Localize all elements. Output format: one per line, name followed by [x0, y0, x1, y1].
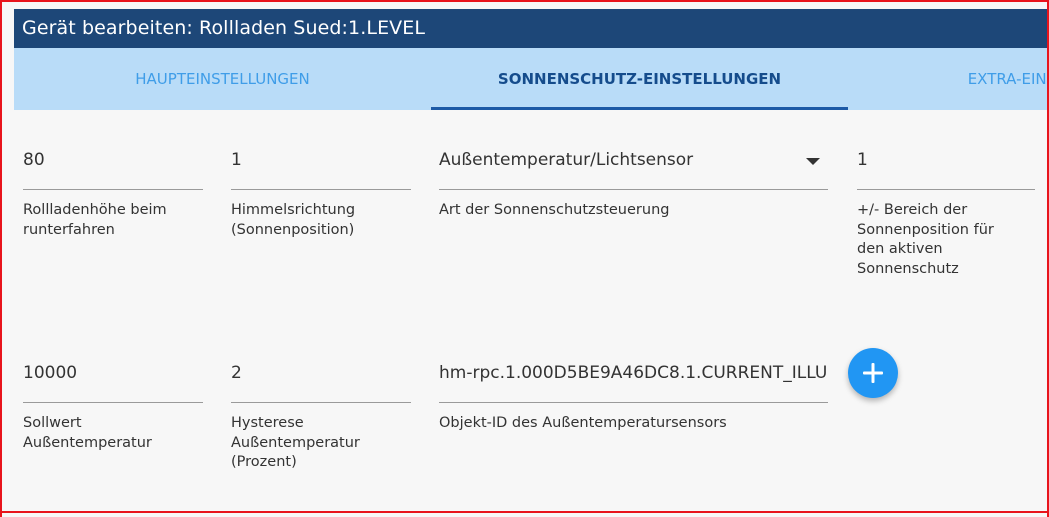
sonnenschutzsteuerung-label: Art der Sonnenschutzsteuerung	[439, 202, 670, 218]
rollladenhoehe-input[interactable]: 80	[23, 150, 203, 170]
rollladenhoehe-underline	[23, 189, 203, 190]
add-object-button[interactable]	[848, 348, 898, 398]
hysterese-underline	[231, 402, 411, 403]
objekt-id-input[interactable]: hm-rpc.1.000D5BE9A46DC8.1.CURRENT_ILLUMI…	[439, 363, 828, 383]
objekt-id-underline	[439, 402, 828, 403]
tab-bar: HAUPTEINSTELLUNGEN SONNENSCHUTZ-EINSTELL…	[14, 48, 1047, 110]
tab-haupteinstellungen[interactable]: HAUPTEINSTELLUNGEN	[14, 48, 431, 110]
active-tab-indicator	[431, 107, 848, 110]
hysterese-input[interactable]: 2	[231, 363, 411, 383]
bottom-border	[0, 511, 1049, 513]
sonnenschutzsteuerung-value[interactable]: Außentemperatur/Lichtsensor	[439, 150, 799, 170]
sonnenposition-bereich-label: +/- Bereich der Sonnenposition für den a…	[857, 202, 994, 277]
himmelsrichtung-input[interactable]: 1	[231, 150, 411, 170]
rollladenhoehe-label: Rollladenhöhe beim runterfahren	[23, 202, 167, 238]
sonnenposition-bereich-underline	[857, 189, 1035, 190]
edit-device-dialog: Gerät bearbeiten: Rollladen Sued:1.LEVEL…	[0, 0, 1049, 517]
sollwert-label: Sollwert Außentemperatur	[23, 415, 152, 451]
tab-extra-einstellungen[interactable]: EXTRA-EINSTELLUNGEN	[848, 48, 1047, 110]
sollwert-underline	[23, 402, 203, 403]
sonnenschutzsteuerung-underline	[439, 189, 828, 190]
add-icon	[863, 363, 883, 383]
himmelsrichtung-underline	[231, 189, 411, 190]
sonnenposition-bereich-input[interactable]: 1	[857, 150, 1035, 170]
himmelsrichtung-label: Himmelsrichtung (Sonnenposition)	[231, 202, 356, 238]
dialog-title: Gerät bearbeiten: Rollladen Sued:1.LEVEL	[14, 9, 1047, 48]
dropdown-arrow-icon[interactable]	[806, 158, 820, 165]
sollwert-input[interactable]: 10000	[23, 363, 203, 383]
objekt-id-label: Objekt-ID des Außentemperatursensors	[439, 415, 727, 431]
hysterese-label: Hysterese Außentemperatur (Prozent)	[231, 415, 360, 470]
tab-sonnenschutz-einstellungen[interactable]: SONNENSCHUTZ-EINSTELLUNGEN	[431, 48, 848, 110]
